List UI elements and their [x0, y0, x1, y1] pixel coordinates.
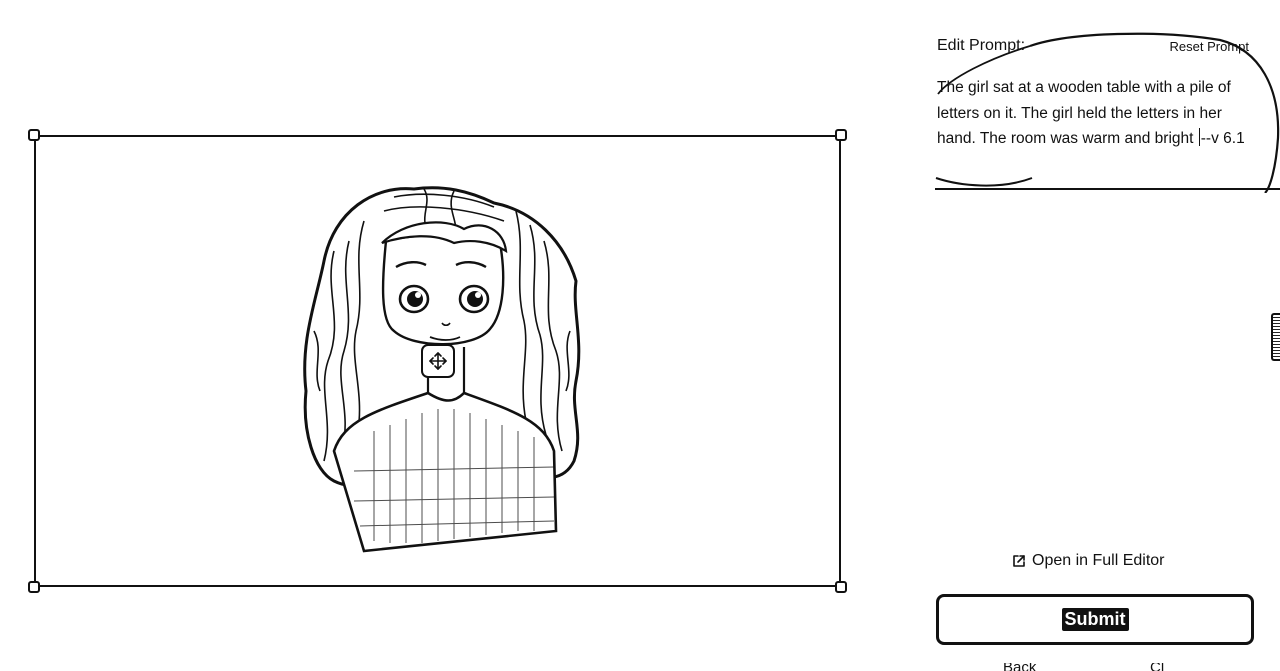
- back-button[interactable]: Back: [1003, 663, 1036, 671]
- bottom-actions-cropped: Back Cl: [0, 663, 1280, 671]
- prompt-text-before-cursor: The girl sat at a wooden table with a pi…: [937, 79, 1236, 147]
- close-button[interactable]: Cl: [1150, 663, 1164, 671]
- resize-handle-top-right[interactable]: [835, 129, 847, 141]
- submit-button[interactable]: Submit: [936, 594, 1254, 645]
- resize-handle-bottom-left[interactable]: [28, 581, 40, 593]
- resize-handle-bottom-right[interactable]: [835, 581, 847, 593]
- text-cursor: [1198, 128, 1200, 146]
- submit-label: Submit: [1061, 608, 1129, 631]
- external-link-icon: [1013, 555, 1025, 567]
- side-panel-tab[interactable]: [1271, 313, 1280, 361]
- prompt-text-after-cursor: --v 6.1: [1200, 130, 1245, 147]
- editor-screen: Edit Prompt: Reset Prompt The girl sat a…: [0, 0, 1280, 671]
- prompt-textarea[interactable]: The girl sat at a wooden table with a pi…: [937, 75, 1255, 152]
- open-full-editor-label: Open in Full Editor: [1032, 552, 1165, 569]
- move-handle[interactable]: [421, 344, 455, 378]
- prompt-underline: [935, 188, 1280, 190]
- open-full-editor-link[interactable]: Open in Full Editor: [1012, 552, 1165, 570]
- edit-prompt-title: Edit Prompt:: [937, 37, 1026, 54]
- resize-handle-top-left[interactable]: [28, 129, 40, 141]
- move-arrows-icon: [429, 352, 447, 370]
- image-selection-box[interactable]: [28, 129, 847, 593]
- reset-prompt-button[interactable]: Reset Prompt: [1170, 39, 1249, 54]
